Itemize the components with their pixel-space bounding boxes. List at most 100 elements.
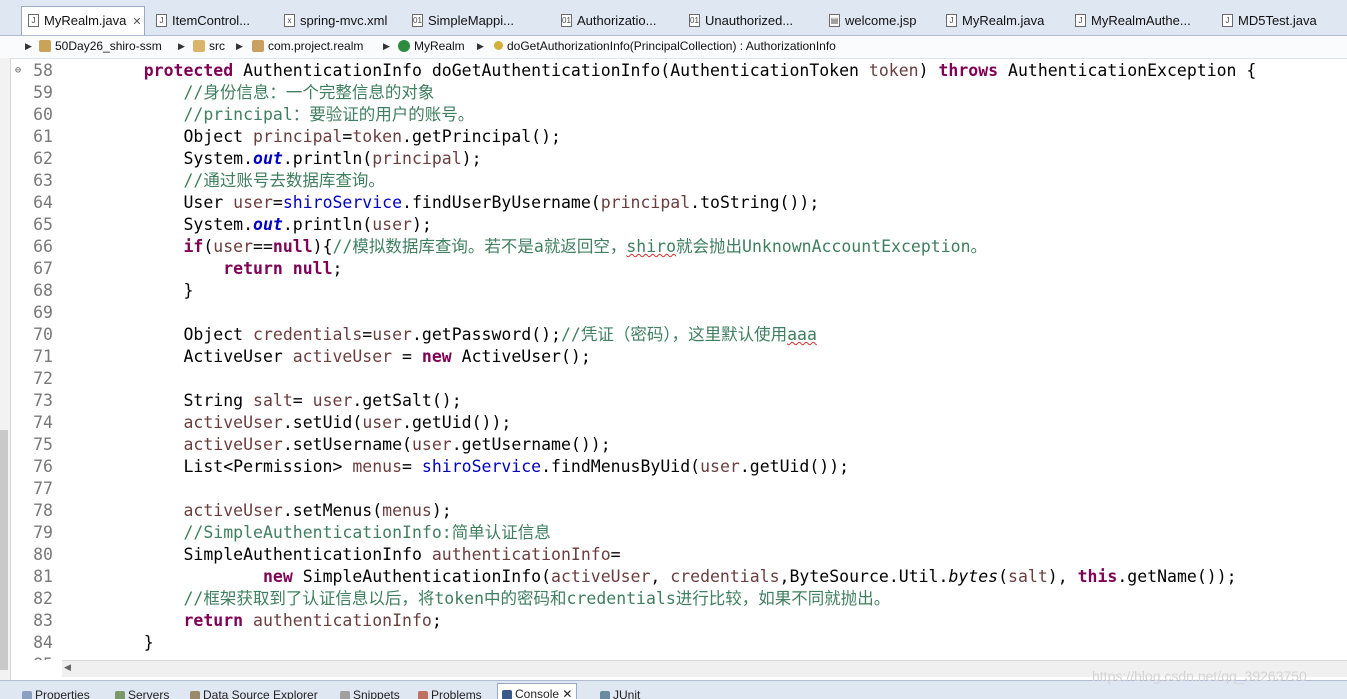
code-text[interactable]: return null; (104, 258, 342, 280)
code-text[interactable]: } (104, 280, 193, 302)
line-number: 84 (33, 633, 53, 652)
code-text[interactable]: activeUser.setUsername(user.getUsername(… (104, 434, 611, 456)
code-token: menus (382, 501, 432, 520)
code-token: 就会抛出UnknownAccountException。 (676, 237, 988, 256)
code-text[interactable]: Object credentials=user.getPassword();//… (104, 324, 816, 346)
package-icon (252, 39, 264, 52)
tab-myrealm-java-2[interactable]: J MyRealm.java (940, 9, 1064, 34)
code-text[interactable]: String salt= user.getSalt(); (104, 390, 461, 412)
tab-label: SimpleMappi... (428, 13, 514, 28)
code-text[interactable]: SimpleAuthenticationInfo authenticationI… (104, 544, 621, 566)
tab-spring-mvc-xml[interactable]: x spring-mvc.xml (278, 9, 402, 34)
code-token: .getUid()); (402, 413, 512, 432)
tab-welcome-jsp[interactable]: ▤ welcome.jsp (823, 9, 947, 34)
tab-servers[interactable]: Servers (115, 685, 169, 699)
code-text[interactable]: User user=shiroService.findUserByUsernam… (104, 192, 819, 214)
class-file-icon: 01 (689, 14, 700, 28)
tab-itemcontrol[interactable]: J ItemControl... (150, 9, 274, 34)
tab-unauthorized[interactable]: 01 Unauthorized... (683, 9, 807, 34)
code-token: salt (1008, 567, 1048, 586)
line-number: 82 (33, 589, 53, 608)
code-text[interactable]: activeUser.setUid(user.getUid()); (104, 412, 511, 434)
tab-properties[interactable]: Properties (22, 685, 90, 699)
breadcrumb-class[interactable]: MyRealm (398, 36, 465, 57)
ruler-thumb[interactable] (0, 430, 8, 670)
close-icon[interactable]: ✕ (132, 16, 141, 28)
code-text[interactable]: if(user==null){//模拟数据库查询。若不是a就返回空，shiro就… (104, 236, 987, 258)
code-text[interactable]: System.out.println(principal); (104, 148, 481, 170)
code-token: = (610, 545, 621, 564)
code-token: user (372, 215, 412, 234)
code-text[interactable]: Object principal=token.getPrincipal(); (104, 126, 561, 148)
code-text[interactable]: //principal：要验证的用户的账号。 (104, 104, 474, 126)
code-token: String (104, 391, 254, 410)
code-text[interactable]: System.out.println(user); (104, 214, 431, 236)
line-number: 63 (33, 171, 53, 190)
tab-myrealm-java[interactable]: J MyRealm.java ✕ (21, 6, 145, 35)
code-text[interactable]: new SimpleAuthenticationInfo(activeUser,… (104, 566, 1237, 588)
code-token: .getUsername()); (451, 435, 611, 454)
code-token: .setUsername( (282, 435, 412, 454)
code-text[interactable]: protected AuthenticationInfo doGetAuthen… (104, 60, 1257, 82)
line-number: 65 (33, 215, 53, 234)
code-token: = (392, 347, 422, 366)
tab-myrealmauthe[interactable]: J MyRealmAuthe... (1069, 9, 1199, 34)
code-text[interactable]: //通过账号去数据库查询。 (104, 170, 384, 192)
code-token: System. (104, 215, 254, 234)
code-text[interactable]: ActiveUser activeUser = new ActiveUser()… (104, 346, 590, 368)
breadcrumb-package[interactable]: com.project.realm (252, 36, 363, 57)
code-token: ), (1047, 567, 1078, 586)
code-token: = (272, 193, 283, 212)
code-token: bytes (948, 567, 999, 586)
code-editor[interactable]: 58 ⊖ protected AuthenticationInfo doGetAu… (11, 58, 1347, 660)
code-token: //principal：要验证的用户的账号。 (183, 105, 475, 124)
code-text[interactable]: activeUser.setMenus(menus); (104, 500, 451, 522)
tab-problems[interactable]: Problems (418, 685, 482, 699)
code-token: user (312, 391, 353, 410)
breadcrumb-project[interactable]: 50Day26_shiro-ssm (39, 36, 162, 57)
code-token: return (223, 259, 283, 278)
tab-console[interactable]: Console ✕ (497, 683, 578, 699)
code-text[interactable]: List<Permission> menus= shiroService.fin… (104, 456, 849, 478)
chevron-right-icon: ▶ (25, 41, 32, 51)
code-token: SimpleAuthenticationInfo( (292, 567, 552, 586)
code-token: user (411, 435, 452, 454)
close-icon[interactable]: ✕ (562, 687, 572, 699)
tab-junit[interactable]: JUnit (600, 685, 640, 699)
code-token: token (868, 61, 919, 80)
code-token: protected (143, 61, 234, 80)
scroll-left-icon[interactable]: ◀ (64, 662, 71, 673)
line-number: 81 (33, 567, 53, 586)
code-token: .println( (282, 149, 373, 168)
class-file-icon: 01 (412, 14, 423, 28)
tab-authorizatio[interactable]: 01 Authorizatio... (555, 9, 679, 34)
code-token: Object (104, 127, 254, 146)
tab-label: welcome.jsp (845, 13, 917, 28)
line-number: 62 (33, 149, 53, 168)
tab-data-source-explorer[interactable]: Data Source Explorer (190, 685, 318, 699)
breadcrumb-method[interactable]: doGetAuthorizationInfo(PrincipalCollecti… (494, 36, 836, 57)
java-file-icon: J (1222, 14, 1233, 28)
tab-simplemappi[interactable]: 01 SimpleMappi... (406, 9, 530, 34)
code-token: return (183, 611, 244, 630)
java-file-icon: J (156, 14, 167, 28)
line-number: 73 (33, 391, 53, 410)
code-text[interactable]: //框架获取到了认证信息以后，将token中的密码和credentials进行比… (104, 588, 890, 610)
left-overview-ruler[interactable] (0, 58, 11, 680)
code-token: .getUid()); (739, 457, 850, 476)
code-text[interactable]: } (104, 632, 154, 654)
code-token: principal (600, 193, 691, 212)
tab-snippets[interactable]: Snippets (340, 685, 400, 699)
chevron-right-icon: ▶ (477, 41, 484, 51)
source-folder-icon (193, 39, 205, 52)
tab-md5test-java[interactable]: J MD5Test.java (1216, 9, 1340, 34)
code-text[interactable]: return authenticationInfo; (104, 610, 441, 632)
code-text[interactable]: //身份信息：一个完整信息的对象 (104, 82, 434, 104)
fold-toggle-icon[interactable]: ⊖ (15, 60, 21, 82)
code-text[interactable]: //SimpleAuthenticationInfo:简单认证信息 (104, 522, 550, 544)
breadcrumb-folder[interactable]: src (193, 36, 225, 57)
